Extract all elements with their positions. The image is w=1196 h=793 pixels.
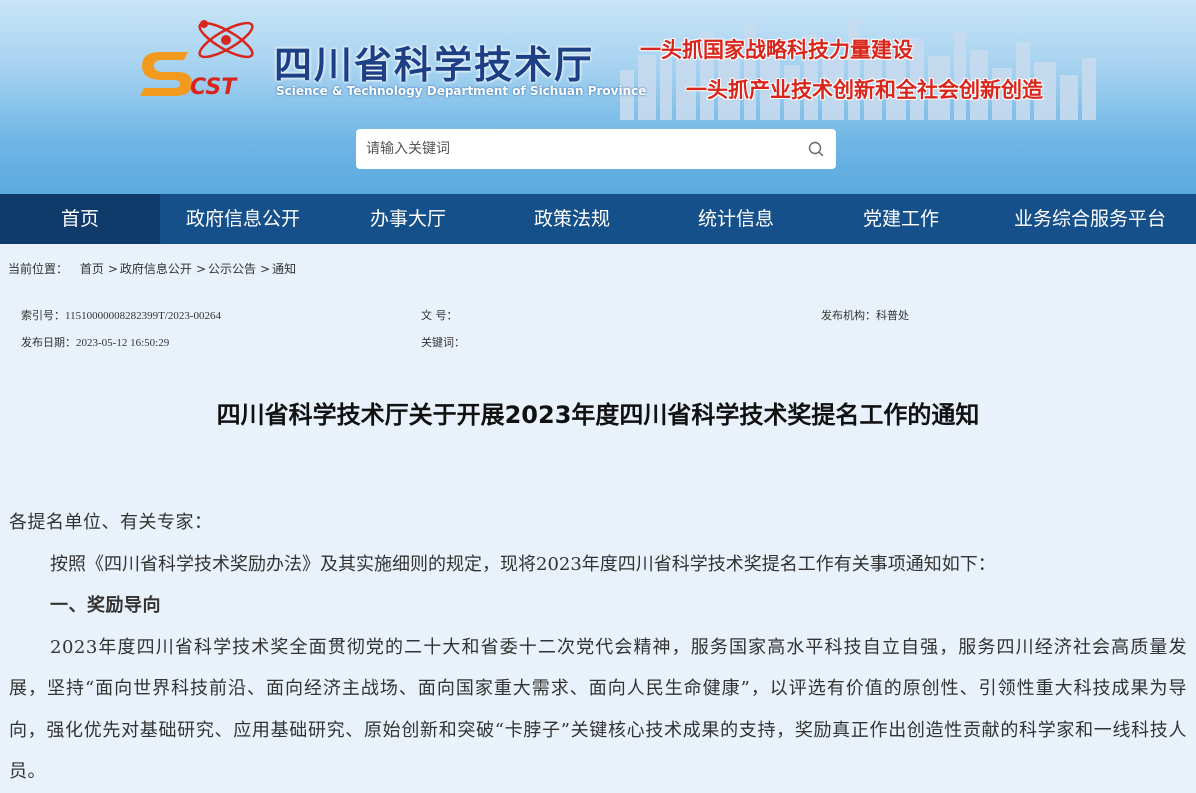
breadcrumb-prefix: 当前位置： <box>8 262 69 276</box>
svg-text:CST: CST <box>190 75 238 100</box>
meta-index-value: 11510000008282399T/2023-00264 <box>65 310 222 322</box>
article-body: 各提名单位、有关专家： 按照《四川省科学技术奖励办法》及其实施细则的规定，现将2… <box>0 502 1196 793</box>
meta-index-label: 索引号： <box>21 309 65 322</box>
search-input[interactable] <box>356 130 796 168</box>
meta-doc-no: 文 号： <box>421 307 458 323</box>
meta-publisher-label: 发布机构： <box>821 309 876 322</box>
nav-item-service-hall[interactable]: 办事大厅 <box>326 194 490 244</box>
site-name-english: Science & Technology Department of Sichu… <box>276 84 647 98</box>
section-heading: 一、奖励导向 <box>50 595 161 616</box>
document-meta: 索引号：11510000008282399T/2023-00264 文 号： 发… <box>0 307 1196 367</box>
slogan-line-2: 一头抓产业技术创新和全社会创新创造 <box>686 78 1043 102</box>
meta-keywords: 关键词： <box>421 334 465 350</box>
nav-item-policies[interactable]: 政策法规 <box>490 194 654 244</box>
nav-item-party-building[interactable]: 党建工作 <box>818 194 984 244</box>
site-name: 四川省科学技术厅 <box>274 43 595 87</box>
search-icon[interactable] <box>796 129 836 169</box>
breadcrumb: 当前位置： 首页 > 政府信息公开 > 公示公告 > 通知 <box>0 260 1196 277</box>
nav-item-service-platform[interactable]: 业务综合服务平台 <box>984 194 1196 244</box>
search-bar <box>356 129 836 169</box>
main-nav: 首页 政府信息公开 办事大厅 政策法规 统计信息 党建工作 业务综合服务平台 <box>0 194 1196 244</box>
breadcrumb-separator: > <box>260 262 271 276</box>
nav-item-gov-info[interactable]: 政府信息公开 <box>160 194 326 244</box>
breadcrumb-link-notices[interactable]: 公示公告 <box>208 262 256 276</box>
meta-keywords-label: 关键词： <box>421 336 465 349</box>
meta-index: 索引号：11510000008282399T/2023-00264 <box>21 307 221 323</box>
breadcrumb-separator: > <box>107 262 118 276</box>
meta-date-value: 2023-05-12 16:50:29 <box>76 337 170 349</box>
nav-item-statistics[interactable]: 统计信息 <box>654 194 818 244</box>
site-header: CST 四川省科学技术厅 Science & Technology Depart… <box>0 0 1196 194</box>
breadcrumb-link-home[interactable]: 首页 <box>80 262 104 276</box>
meta-doc-no-label: 文 号： <box>421 309 458 322</box>
article-intro: 按照《四川省科学技术奖励办法》及其实施细则的规定，现将2023年度四川省科学技术… <box>50 553 996 575</box>
meta-publisher: 发布机构：科普处 <box>821 307 909 323</box>
article-salutation: 各提名单位、有关专家： <box>9 512 213 533</box>
section-body: 2023年度四川省科学技术奖全面贯彻党的二十大和省委十二次党代会精神，服务国家高… <box>9 636 1187 783</box>
meta-date: 发布日期：2023-05-12 16:50:29 <box>21 334 169 350</box>
breadcrumb-link-gov-info[interactable]: 政府信息公开 <box>120 262 192 276</box>
slogan-line-1: 一头抓国家战略科技力量建设 <box>640 38 913 62</box>
meta-publisher-value: 科普处 <box>876 309 909 322</box>
nav-item-home[interactable]: 首页 <box>0 194 160 244</box>
article-title: 四川省科学技术厅关于开展2023年度四川省科学技术奖提名工作的通知 <box>216 401 980 429</box>
breadcrumb-link-notice[interactable]: 通知 <box>272 262 296 276</box>
meta-date-label: 发布日期： <box>21 336 76 349</box>
breadcrumb-separator: > <box>195 262 206 276</box>
scst-logo: CST <box>140 20 254 100</box>
